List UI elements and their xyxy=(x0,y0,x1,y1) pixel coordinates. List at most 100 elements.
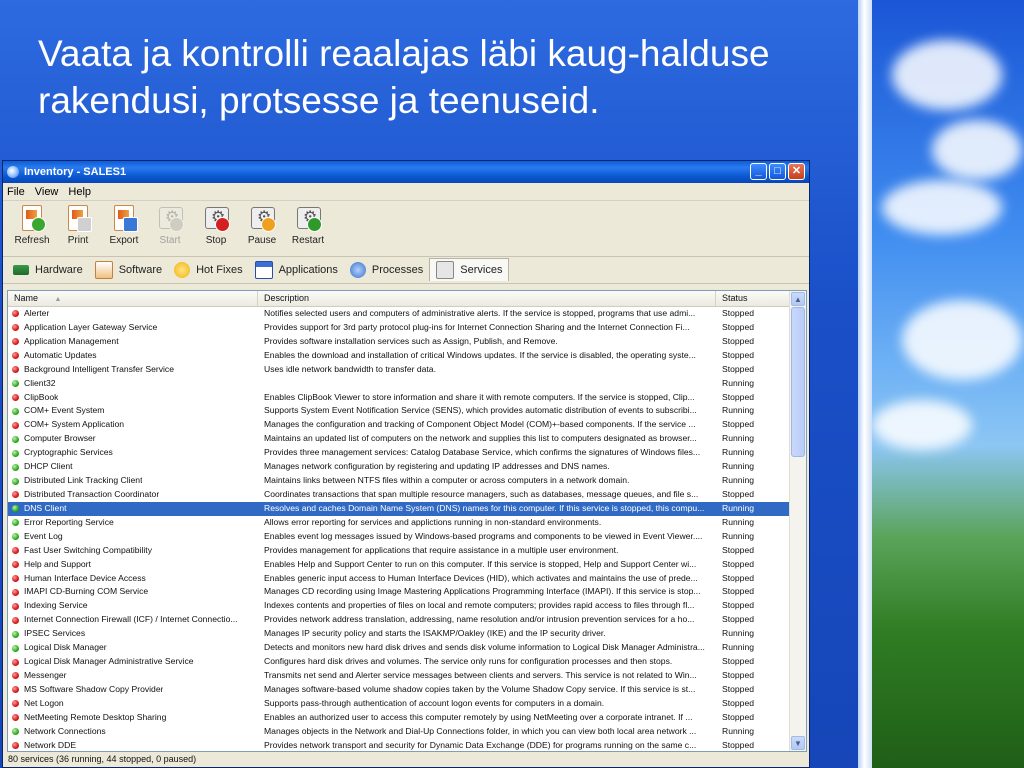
service-name: Distributed Transaction Coordinator xyxy=(24,488,160,499)
pause-button[interactable]: Pause xyxy=(239,204,285,246)
minimize-button[interactable]: _ xyxy=(750,163,767,180)
menu-file[interactable]: File xyxy=(7,186,25,198)
service-status: Stopped xyxy=(722,600,755,611)
service-row[interactable]: DHCP Client Manages network configuration… xyxy=(8,460,792,474)
service-name: Application Management xyxy=(24,335,119,346)
service-description: Maintains links between NTFS files withi… xyxy=(264,475,630,486)
service-running-icon xyxy=(12,380,19,388)
service-row[interactable]: Internet Connection Firewall (ICF) / Int… xyxy=(8,613,792,627)
service-description: Enables an authorized user to access thi… xyxy=(264,711,693,722)
export-button[interactable]: Export xyxy=(101,204,147,246)
column-header-description[interactable]: Description xyxy=(258,291,716,306)
service-description: Provides support for 3rd party protocol … xyxy=(264,321,690,332)
service-name: Distributed Link Tracking Client xyxy=(24,475,143,486)
service-status: Stopped xyxy=(722,614,755,625)
restart-icon xyxy=(294,204,322,232)
service-row[interactable]: DNS Client Resolves and caches Domain Nam… xyxy=(8,501,792,516)
service-row[interactable]: Computer Browser Maintains an updated lis… xyxy=(8,432,792,446)
service-row[interactable]: Event Log Enables event log messages issu… xyxy=(8,530,792,544)
service-row[interactable]: Distributed Link Tracking Client Maintain… xyxy=(8,474,792,488)
service-stopped-icon xyxy=(12,561,19,569)
print-button[interactable]: Print xyxy=(55,204,101,246)
service-name-cell: IPSEC Services xyxy=(8,627,258,641)
restart-button[interactable]: Restart xyxy=(285,204,331,246)
service-status: Stopped xyxy=(722,419,755,430)
tab-bar: Hardware Software Hot Fixes Applications… xyxy=(3,257,809,284)
scroll-up-arrow-icon[interactable]: ▲ xyxy=(791,292,805,306)
service-name-cell: Logical Disk Manager Administrative Serv… xyxy=(8,655,258,669)
service-row[interactable]: Help and Support Enables Help and Support… xyxy=(8,558,792,572)
vertical-scrollbar[interactable]: ▲ ▼ xyxy=(789,291,806,751)
service-name: NetMeeting Remote Desktop Sharing xyxy=(24,711,167,722)
service-row[interactable]: Application Management Provides software … xyxy=(8,335,792,349)
service-status: Stopped xyxy=(722,321,755,332)
service-row[interactable]: Fast User Switching Compatibility Provide… xyxy=(8,544,792,558)
export-icon xyxy=(110,204,138,232)
window-titlebar[interactable]: Inventory - SALES1 _ □ ✕ xyxy=(3,161,809,183)
tab-hotfixes[interactable]: Hot Fixes xyxy=(168,258,248,282)
menu-help[interactable]: Help xyxy=(68,186,91,198)
service-running-icon xyxy=(12,644,19,652)
service-row[interactable]: Background Intelligent Transfer Service U… xyxy=(8,363,792,377)
service-row[interactable]: NetMeeting Remote Desktop Sharing Enables… xyxy=(8,711,792,725)
service-description: Maintains an updated list of computers o… xyxy=(264,433,697,444)
scroll-down-arrow-icon[interactable]: ▼ xyxy=(791,736,805,750)
service-row[interactable]: Cryptographic Services Provides three man… xyxy=(8,446,792,460)
service-row[interactable]: Application Layer Gateway Service Provide… xyxy=(8,321,792,335)
service-status: Running xyxy=(722,377,755,388)
services-gear-icon xyxy=(436,260,455,279)
service-stopped-icon xyxy=(12,491,19,499)
tab-services[interactable]: Services xyxy=(429,257,510,281)
service-name: Background Intelligent Transfer Service xyxy=(24,363,174,374)
service-row[interactable]: Automatic Updates Enables the download an… xyxy=(8,349,792,363)
service-row[interactable]: COM+ System Application Manages the confi… xyxy=(8,418,792,432)
service-row[interactable]: Messenger Transmits net send and Alerter … xyxy=(8,669,792,683)
column-header-name[interactable]: Name ▲ xyxy=(8,291,258,306)
start-button[interactable]: Start xyxy=(147,204,193,246)
tab-hardware[interactable]: Hardware xyxy=(7,258,89,282)
service-row[interactable]: ClipBook Enables ClipBook Viewer to store… xyxy=(8,391,792,405)
service-row[interactable]: Alerter Notifies selected users and compu… xyxy=(8,307,792,321)
service-row[interactable]: COM+ Event System Supports System Event N… xyxy=(8,404,792,418)
service-row[interactable]: Network DDE Provides network transport an… xyxy=(8,739,792,751)
service-row[interactable]: Network Connections Manages objects in th… xyxy=(8,725,792,739)
service-description: Manages objects in the Network and Dial-… xyxy=(264,725,697,736)
service-row[interactable]: Distributed Transaction Coordinator Coord… xyxy=(8,488,792,502)
service-name: IPSEC Services xyxy=(24,628,86,639)
service-row[interactable]: Net Logon Supports pass-through authentic… xyxy=(8,697,792,711)
menu-view[interactable]: View xyxy=(35,186,59,198)
service-stopped-icon xyxy=(12,714,19,722)
tab-software[interactable]: Software xyxy=(89,258,168,282)
service-row[interactable]: IPSEC Services Manages IP security policy… xyxy=(8,627,792,641)
scroll-thumb[interactable] xyxy=(791,307,805,457)
tab-applications[interactable]: Applications xyxy=(249,258,344,282)
service-status: Running xyxy=(722,405,755,416)
service-description: Manages IP security policy and starts th… xyxy=(264,628,606,639)
slide-divider-stripe xyxy=(858,0,872,768)
column-header-status[interactable]: Status xyxy=(716,291,792,306)
services-list: Name ▲ Description Status Alerter Notifie… xyxy=(7,290,807,752)
service-name: Automatic Updates xyxy=(24,349,97,360)
service-row[interactable]: Indexing Service Indexes contents and pro… xyxy=(8,599,792,613)
applications-icon xyxy=(254,261,273,279)
service-name-cell: Fast User Switching Compatibility xyxy=(8,544,258,558)
service-stopped-icon xyxy=(12,574,19,582)
service-row[interactable]: Error Reporting Service Allows error repo… xyxy=(8,516,792,530)
close-button[interactable]: ✕ xyxy=(788,163,805,180)
stop-button[interactable]: Stop xyxy=(193,204,239,246)
maximize-button[interactable]: □ xyxy=(769,163,786,180)
service-row[interactable]: Client32 Running xyxy=(8,377,792,391)
service-row[interactable]: Logical Disk Manager Administrative Serv… xyxy=(8,655,792,669)
service-name: Error Reporting Service xyxy=(24,516,114,527)
column-name-label: Name xyxy=(14,293,39,303)
tab-processes[interactable]: Processes xyxy=(344,258,429,282)
service-row[interactable]: IMAPI CD-Burning COM Service Manages CD r… xyxy=(8,585,792,599)
refresh-button[interactable]: Refresh xyxy=(9,204,55,246)
service-row[interactable]: Logical Disk Manager Detects and monitors… xyxy=(8,641,792,655)
service-name-cell: Application Management xyxy=(8,335,258,349)
service-name-cell: Internet Connection Firewall (ICF) / Int… xyxy=(8,613,258,627)
service-row[interactable]: Human Interface Device Access Enables gen… xyxy=(8,572,792,586)
service-description: Provides software installation services … xyxy=(264,335,558,346)
service-stopped-icon xyxy=(12,658,19,666)
service-row[interactable]: MS Software Shadow Copy Provider Manages … xyxy=(8,683,792,697)
